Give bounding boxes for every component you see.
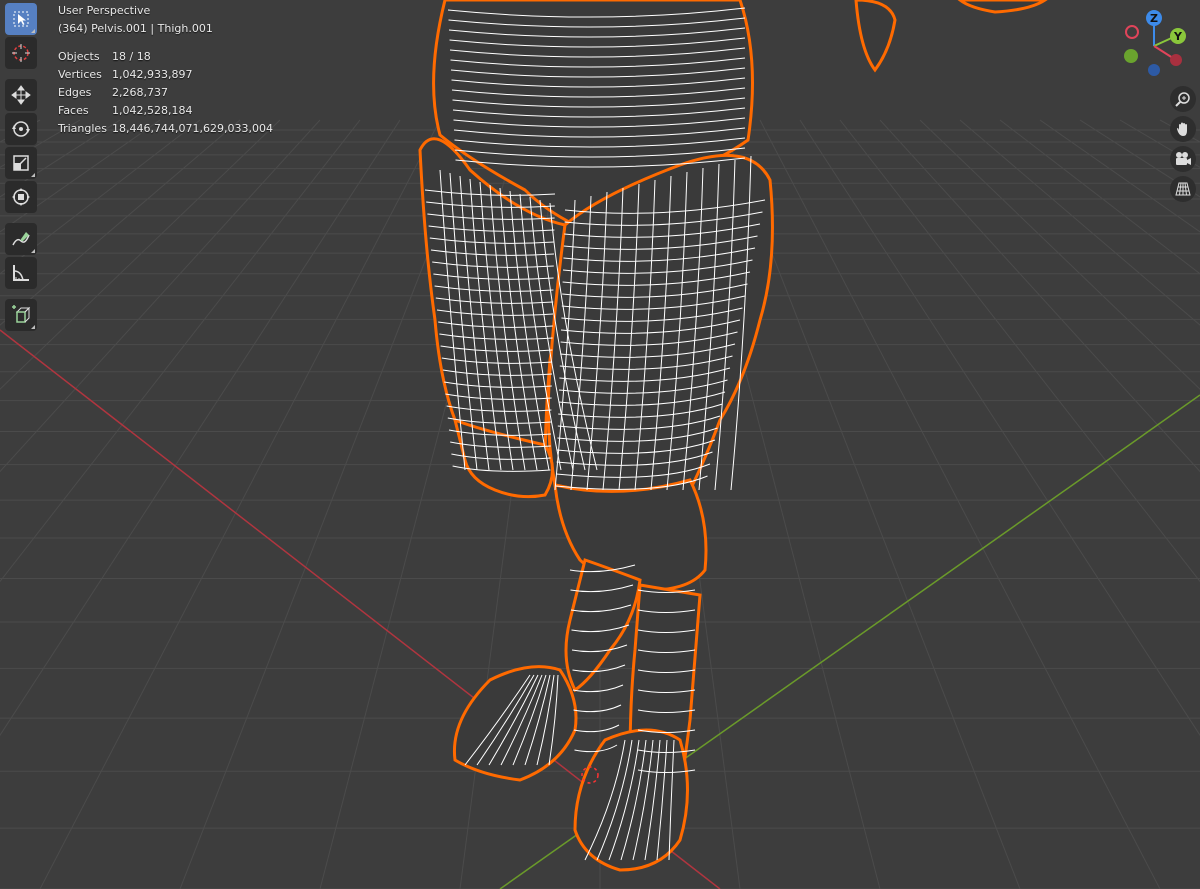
3d-cursor-icon — [12, 44, 30, 62]
add-cube-icon — [12, 305, 31, 323]
transform-icon — [12, 188, 30, 206]
add-cube-tool[interactable] — [5, 299, 37, 331]
cursor-tool[interactable] — [5, 37, 37, 69]
zoom-button[interactable] — [1170, 86, 1196, 112]
camera-icon — [1176, 152, 1191, 165]
grid-perspective-icon — [1175, 182, 1191, 196]
tool-shelf — [3, 3, 39, 333]
rotate-tool[interactable] — [5, 113, 37, 145]
hand-mesh — [854, 0, 897, 73]
gizmo-x-handle[interactable] — [1170, 54, 1182, 66]
top-right-mesh — [957, 0, 1048, 14]
pan-button[interactable] — [1170, 116, 1196, 142]
rotate-icon — [12, 121, 30, 137]
stat-vertices: Vertices 1,042,933,897 — [58, 68, 193, 81]
select-tool[interactable] — [5, 3, 37, 35]
camera-view-button[interactable] — [1170, 146, 1196, 172]
gizmo-neg-y-handle[interactable] — [1124, 49, 1138, 63]
stat-objects: Objects 18 / 18 — [58, 50, 151, 63]
left-knee-mesh — [553, 478, 708, 592]
scale-icon — [13, 155, 29, 171]
perspective-toggle-button[interactable] — [1170, 176, 1196, 202]
stat-triangles: Triangles 18,446,744,071,629,033,004 — [58, 122, 273, 135]
measure-ruler-icon — [13, 265, 29, 281]
stat-edges: Edges 2,268,737 — [58, 86, 168, 99]
active-object-context: (364) Pelvis.001 | Thigh.001 — [58, 22, 213, 35]
gizmo-neg-z-handle[interactable] — [1148, 64, 1160, 76]
cursor-arrow-icon — [13, 11, 29, 27]
hand-pan-icon — [1177, 122, 1187, 136]
navigation-gizmo[interactable]: Z Y — [1116, 8, 1192, 84]
stat-faces: Faces 1,042,528,184 — [58, 104, 193, 117]
annotate-pen-icon — [12, 232, 30, 246]
viewport-overlay-stats: User Perspective (364) Pelvis.001 | Thig… — [58, 2, 273, 138]
left-foot-mesh — [573, 728, 689, 872]
view-name: User Perspective — [58, 4, 151, 17]
zoom-magnifier-icon — [1175, 92, 1190, 107]
move-tool[interactable] — [5, 79, 37, 111]
move-arrows-icon — [11, 85, 31, 105]
transform-tool[interactable] — [5, 181, 37, 213]
measure-tool[interactable] — [5, 257, 37, 289]
gizmo-neg-x-handle[interactable] — [1125, 25, 1139, 39]
gizmo-y-label: Y — [1173, 30, 1183, 43]
scale-tool[interactable] — [5, 147, 37, 179]
gizmo-z-label: Z — [1150, 12, 1158, 25]
annotate-tool[interactable] — [5, 223, 37, 255]
